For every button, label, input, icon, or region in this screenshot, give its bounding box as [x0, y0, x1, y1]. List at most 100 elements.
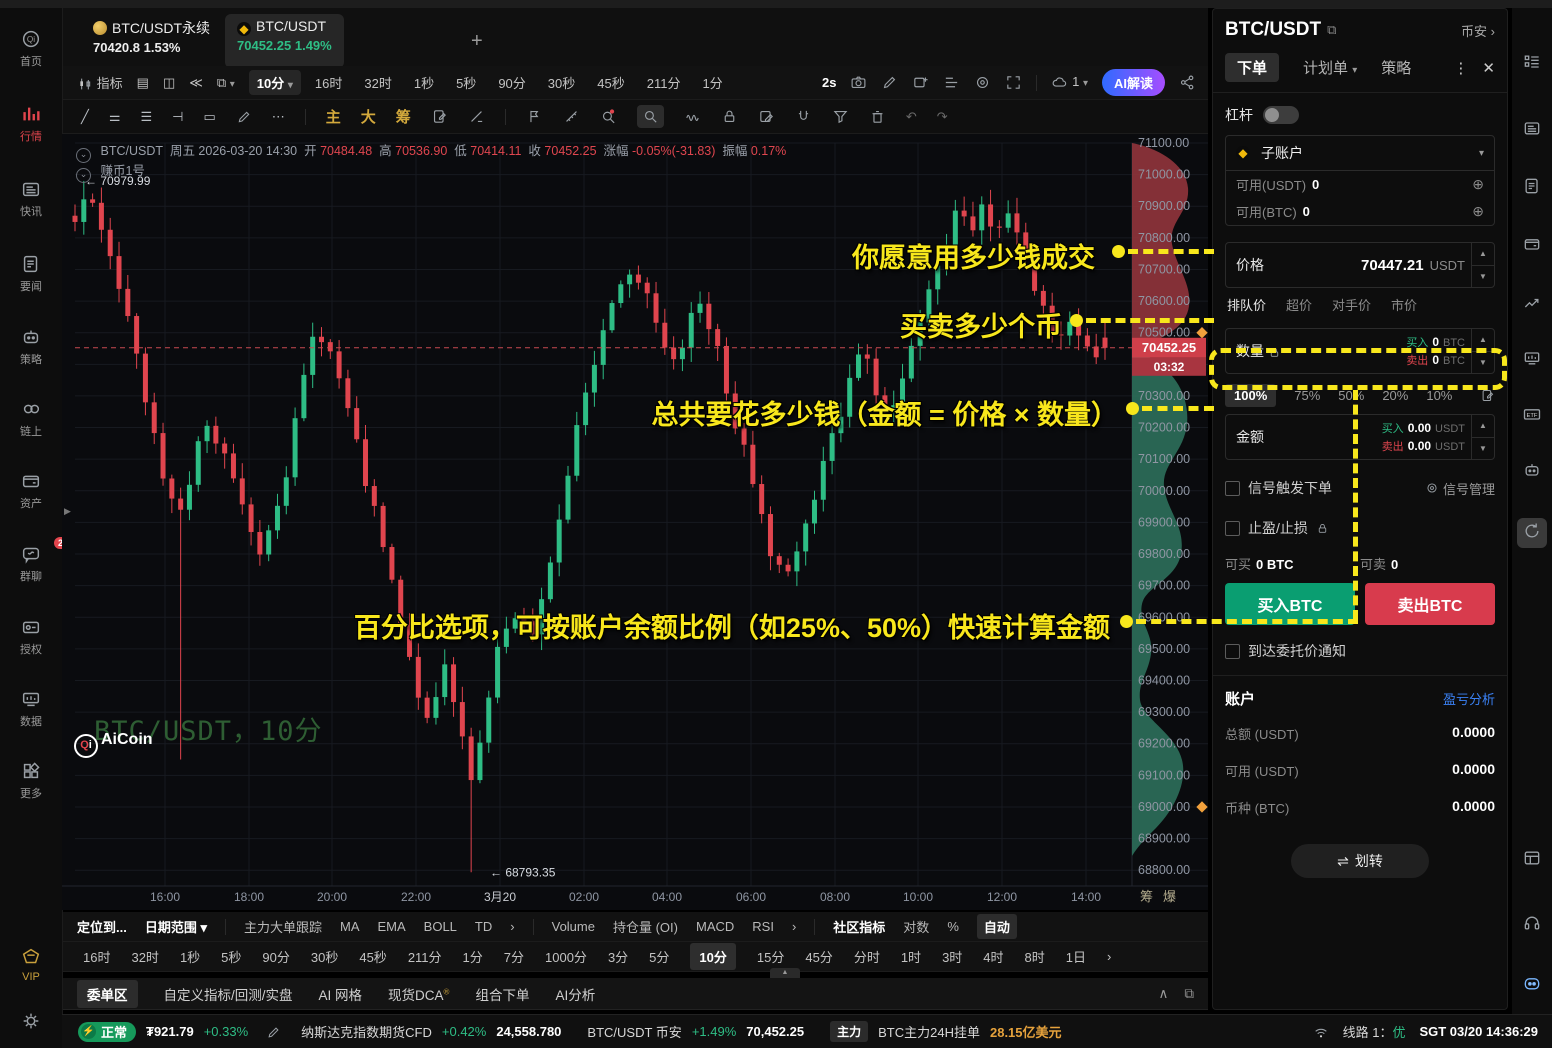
price-stepper[interactable]: ▲▼	[1471, 243, 1494, 287]
tf-30秒[interactable]: 30秒	[311, 947, 338, 966]
chip-button[interactable]: 筹	[396, 106, 411, 127]
tf-5分[interactable]: 5分	[649, 947, 669, 966]
robot-icon[interactable]	[1520, 460, 1544, 484]
aibot-icon[interactable]	[1520, 973, 1544, 997]
settings-gear-icon[interactable]	[0, 1010, 62, 1032]
tf-3分[interactable]: 3分	[608, 947, 628, 966]
price-input[interactable]: 价格 70447.21USDT ▲▼	[1225, 242, 1495, 288]
close-panel-icon[interactable]: ✕	[1482, 59, 1495, 77]
bottom-tab-组合下单[interactable]: 组合下单	[475, 984, 529, 1004]
indicator-item-主力大单跟踪[interactable]: 主力大单跟踪	[244, 917, 322, 936]
tf-211分[interactable]: 211分	[408, 947, 442, 966]
main-chart-button[interactable]: 主	[326, 106, 341, 127]
sidebar-item-授权[interactable]: 授权	[0, 616, 62, 657]
tf-8时[interactable]: 8时	[1025, 947, 1045, 966]
tf-›[interactable]: ›	[1107, 949, 1111, 964]
indicator-item-自动[interactable]: 自动	[977, 914, 1017, 939]
popout-icon[interactable]: ⧉	[1184, 986, 1194, 1002]
orderlist-icon[interactable]	[1520, 52, 1544, 76]
sidebar-item-要闻[interactable]: 要闻	[0, 253, 62, 294]
deposit-usdt-icon[interactable]: ⊕	[1472, 176, 1484, 193]
bottom-tab-委单区[interactable]: 委单区	[77, 980, 138, 1008]
bottom-tab-AI分析[interactable]: AI分析	[555, 984, 595, 1004]
pencil-tool-icon[interactable]	[236, 108, 252, 125]
tab-btcusdt-spot[interactable]: ◆BTC/USDT 70452.25 1.49%	[225, 14, 344, 68]
indicator-item-%[interactable]: %	[947, 919, 959, 934]
target-icon[interactable]	[974, 74, 991, 91]
indicator-item-BOLL[interactable]: BOLL	[424, 919, 457, 934]
indicator-item-Volume[interactable]: Volume	[552, 919, 595, 934]
parallel-lines-tool-icon[interactable]: ☰	[140, 109, 152, 125]
zoom-in-icon[interactable]	[600, 108, 617, 125]
filter-icon[interactable]	[832, 108, 849, 125]
tf-15分[interactable]: 15分	[757, 947, 784, 966]
etf-icon[interactable]	[1520, 404, 1544, 428]
measure-icon[interactable]	[563, 108, 580, 125]
highlighter-icon[interactable]	[637, 105, 664, 128]
indicator-item-社区指标[interactable]: 社区指标	[833, 917, 885, 936]
quick-tf-45秒[interactable]: 45秒	[597, 73, 624, 92]
tf-16时[interactable]: 16时	[83, 947, 110, 966]
quick-tf-90分[interactable]: 90分	[498, 73, 525, 92]
indicator-item-MACD[interactable]: MACD	[696, 919, 734, 934]
tf-45分[interactable]: 45分	[805, 947, 832, 966]
sidebar-item-行情[interactable]: 行情	[0, 103, 62, 144]
redo-icon[interactable]: ↷	[937, 109, 948, 125]
fullscreen-icon[interactable]	[1005, 74, 1022, 91]
indicator-item-TD[interactable]: TD	[475, 919, 492, 934]
tf-45秒[interactable]: 45秒	[359, 947, 386, 966]
undo-icon[interactable]: ↶	[906, 109, 917, 125]
exchange-link[interactable]: 币安 ›	[1461, 21, 1495, 40]
tf-32时[interactable]: 32时	[131, 947, 158, 966]
amount-stepper[interactable]: ▲▼	[1471, 415, 1494, 459]
chart-type-icon[interactable]: ⧉ ▾	[217, 75, 235, 91]
template-icon[interactable]: ▤	[137, 75, 149, 91]
collapse-circle-icon[interactable]: ⌄	[76, 168, 91, 183]
sidebar-item-更多[interactable]: 更多	[0, 760, 62, 801]
sidebar-item-快讯[interactable]: 快讯	[0, 178, 62, 219]
interval-dropdown[interactable]: 10分 ▾	[249, 70, 301, 95]
news-icon[interactable]	[1520, 118, 1544, 142]
collapse-icon[interactable]: ∧	[1158, 986, 1168, 1002]
quick-tf-1秒[interactable]: 1秒	[414, 73, 434, 92]
pnl-analysis-link[interactable]: 盈亏分析	[1443, 689, 1495, 708]
indicator-item-›[interactable]: ›	[510, 919, 514, 934]
sidebar-item-数据[interactable]: 数据	[0, 688, 62, 729]
draw-icon[interactable]	[881, 74, 898, 91]
signal-manager-link[interactable]: 信号管理	[1425, 479, 1495, 498]
layoutwin-icon[interactable]	[1520, 848, 1544, 872]
quick-tf-32时[interactable]: 32时	[364, 73, 391, 92]
tf-1分[interactable]: 1分	[463, 947, 483, 966]
bottom-tab-AI 网格[interactable]: AI 网格	[319, 984, 363, 1004]
indicator-item-定位到...[interactable]: 定位到...	[77, 917, 127, 936]
more-tools-icon[interactable]: ⋯	[272, 109, 285, 125]
notify-checkbox[interactable]	[1225, 644, 1240, 659]
quick-tf-16时[interactable]: 16时	[315, 73, 342, 92]
pair-name[interactable]: BTC/USDT 币安	[587, 1022, 681, 1041]
leverage-toggle[interactable]	[1263, 106, 1299, 124]
brush-icon[interactable]	[468, 108, 485, 125]
tf-分时[interactable]: 分时	[854, 947, 880, 966]
doc-icon[interactable]	[1520, 176, 1544, 200]
monitor-icon[interactable]	[1520, 348, 1544, 372]
sidebar-item-首页[interactable]: 首页	[0, 28, 62, 69]
subaccount-dropdown[interactable]: ◆ 子账户 ▾	[1226, 136, 1494, 171]
quick-tf-5秒[interactable]: 5秒	[456, 73, 476, 92]
panel-collapse-handle[interactable]: ▲	[770, 968, 800, 978]
tf-90分[interactable]: 90分	[262, 947, 289, 966]
tf-1时[interactable]: 1时	[901, 947, 921, 966]
layout-cloud-dropdown[interactable]: 1 ▾	[1051, 74, 1088, 91]
lock-tool-icon[interactable]	[721, 108, 738, 125]
trendline-tool-icon[interactable]: ╱	[81, 109, 89, 125]
tf-7分[interactable]: 7分	[504, 947, 524, 966]
note-icon[interactable]	[758, 108, 775, 125]
tab-strategy[interactable]: 策略	[1381, 57, 1411, 78]
wallet-icon[interactable]	[1520, 234, 1544, 258]
magnet-icon[interactable]	[795, 108, 812, 125]
indicator-icon[interactable]: 指标	[77, 73, 123, 93]
sidebar-item-链上[interactable]: 链上	[0, 398, 62, 439]
main-force-text[interactable]: BTC主力24H挂单	[878, 1022, 980, 1041]
trash-icon[interactable]	[869, 108, 886, 125]
tf-1秒[interactable]: 1秒	[180, 947, 200, 966]
big-chart-button[interactable]: 大	[361, 106, 376, 127]
